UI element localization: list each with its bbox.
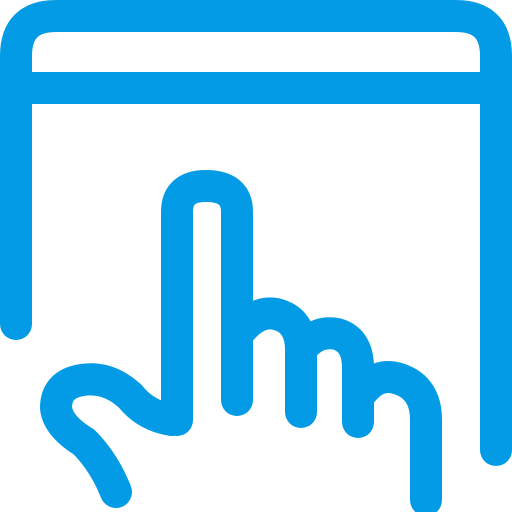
- index-finger: [161, 170, 253, 436]
- icon-graphic: [0, 0, 512, 512]
- pointing-hand-icon: [40, 170, 442, 512]
- touch-screen-icon: [0, 0, 512, 512]
- little-finger: [346, 361, 442, 512]
- thumb-and-palm: [40, 363, 188, 508]
